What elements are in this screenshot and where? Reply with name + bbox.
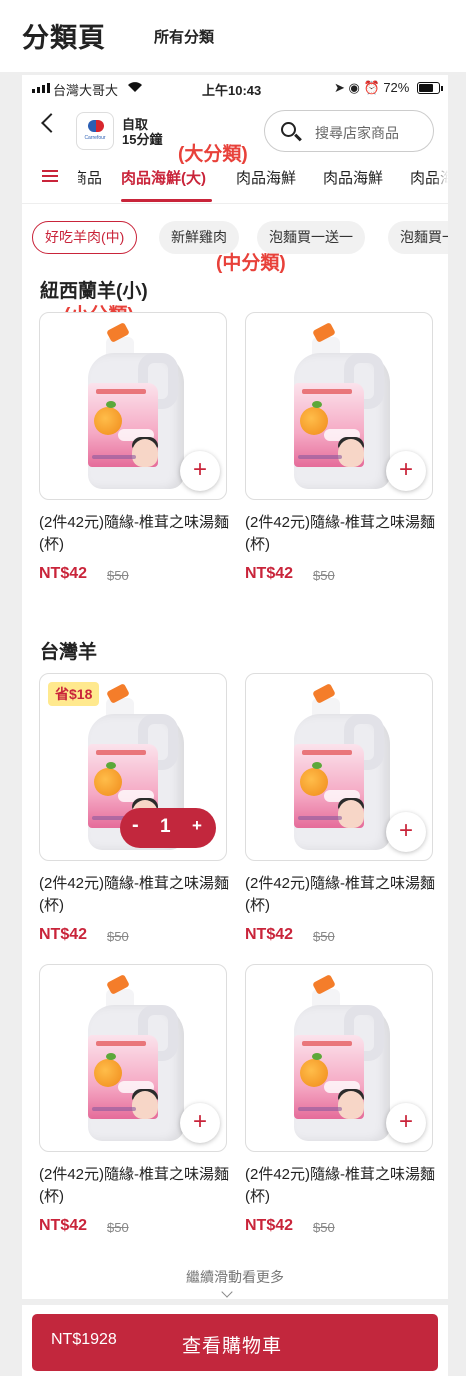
add-to-cart-button[interactable]: + xyxy=(386,451,426,491)
search-input[interactable]: 搜尋店家商品 xyxy=(264,110,434,152)
product-card[interactable]: + xyxy=(39,964,227,1152)
product-price: NT$42 xyxy=(245,1217,294,1234)
category-tabs: 商品 肉品海鮮(大) 肉品海鮮 肉品海鮮 肉品海 xyxy=(22,163,448,203)
cart-total: NT$1928 xyxy=(51,1331,117,1348)
product-price: NT$42 xyxy=(245,565,294,582)
product-image xyxy=(82,319,186,493)
product-name[interactable]: (2件42元)隨緣-椎茸之味湯麵(杯) xyxy=(245,873,435,917)
section-title: 紐西蘭羊(小) xyxy=(40,281,148,302)
page-header: 分類頁 所有分類 xyxy=(0,0,466,72)
tab-category-2[interactable]: 肉品海鮮 xyxy=(236,167,296,188)
original-price: $50 xyxy=(107,568,129,583)
back-icon[interactable] xyxy=(41,113,61,133)
product-card[interactable]: 省$18 -1 + xyxy=(39,673,227,861)
original-price: $50 xyxy=(107,1220,129,1235)
add-to-cart-button[interactable]: + xyxy=(180,451,220,491)
product-card[interactable]: + xyxy=(245,312,433,500)
product-price: NT$42 xyxy=(39,1217,88,1234)
product-name[interactable]: (2件42元)隨緣-椎茸之味湯麵(杯) xyxy=(245,512,435,556)
product-card[interactable]: + xyxy=(39,312,227,500)
discount-badge: 省$18 xyxy=(48,682,100,706)
product-price: NT$42 xyxy=(39,926,88,943)
view-cart-label: 查看購物車 xyxy=(182,1336,283,1357)
annotation-big-category: (大分類) xyxy=(178,144,248,165)
page-subtitle: 所有分類 xyxy=(154,29,215,46)
chip-subcategory-0[interactable]: 好吃羊肉(中) xyxy=(32,221,138,254)
product-name[interactable]: (2件42元)隨緣-椎茸之味湯麵(杯) xyxy=(39,1164,229,1208)
battery-icon xyxy=(417,82,443,94)
phone-screen: 台灣大哥大 上午10:43 ➤ ◉ ⏰ 72% Carrefour 自取 15分… xyxy=(22,75,448,1376)
status-time: 上午10:43 xyxy=(202,83,262,98)
search-icon xyxy=(281,122,296,137)
menu-icon[interactable] xyxy=(42,170,58,182)
scroll-more-hint: 繼續滑動看更多 xyxy=(186,1269,284,1285)
add-to-cart-button[interactable]: + xyxy=(386,1103,426,1143)
product-image xyxy=(288,680,392,854)
product-image xyxy=(288,319,392,493)
pickup-mode: 自取 xyxy=(122,117,149,132)
status-bar: 台灣大哥大 上午10:43 ➤ ◉ ⏰ 72% xyxy=(22,75,448,101)
add-to-cart-button[interactable]: + xyxy=(386,812,426,852)
quantity-stepper: -1 + xyxy=(120,808,216,848)
tab-category-3[interactable]: 肉品海鮮 xyxy=(323,167,383,188)
original-price: $50 xyxy=(313,568,335,583)
tab-category-0[interactable]: 商品 xyxy=(78,167,102,188)
section-title: 台灣羊 xyxy=(40,642,98,663)
alarm-icon: ⏰ xyxy=(363,80,380,95)
add-to-cart-button[interactable]: + xyxy=(180,1103,220,1143)
carrier-label: 台灣大哥大 xyxy=(53,83,119,98)
product-card[interactable]: + xyxy=(245,964,433,1152)
signal-icon xyxy=(32,83,50,93)
original-price: $50 xyxy=(313,929,335,944)
status-icons: ➤ ◉ ⏰ 72% xyxy=(334,80,409,96)
product-price: NT$42 xyxy=(245,926,294,943)
product-name[interactable]: (2件42元)隨緣-椎茸之味湯麵(杯) xyxy=(39,873,229,917)
decrease-button[interactable]: - xyxy=(132,814,139,837)
pickup-eta: 15分鐘 xyxy=(122,132,163,147)
page-title: 分類頁 xyxy=(22,23,106,53)
product-price: NT$42 xyxy=(39,565,88,582)
pickup-info[interactable]: 自取 15分鐘 xyxy=(122,117,162,147)
location-icon: ➤ xyxy=(334,80,345,95)
product-card[interactable]: + xyxy=(245,673,433,861)
active-tab-indicator xyxy=(121,199,212,202)
annotation-mid-category: (中分類) xyxy=(216,253,286,274)
quantity-value: 1 xyxy=(160,816,171,837)
lock-rotation-icon: ◉ xyxy=(348,80,360,95)
tab-category-1[interactable]: 肉品海鮮(大) xyxy=(121,167,206,188)
product-name[interactable]: (2件42元)隨緣-椎茸之味湯麵(杯) xyxy=(39,512,229,556)
battery-percent: 72% xyxy=(383,80,410,95)
product-image xyxy=(288,971,392,1145)
product-image xyxy=(82,971,186,1145)
wifi-icon xyxy=(127,81,143,96)
chevron-down-icon xyxy=(221,1286,233,1298)
view-cart-button[interactable]: NT$1928 查看購物車 xyxy=(32,1314,438,1371)
original-price: $50 xyxy=(313,1220,335,1235)
product-name[interactable]: (2件42元)隨緣-椎茸之味湯麵(杯) xyxy=(245,1164,435,1208)
store-logo: Carrefour xyxy=(76,112,114,150)
original-price: $50 xyxy=(107,929,129,944)
search-placeholder: 搜尋店家商品 xyxy=(315,125,399,141)
chip-subcategory-3[interactable]: 泡麵買一 xyxy=(388,221,448,254)
increase-button[interactable]: + xyxy=(192,816,202,836)
